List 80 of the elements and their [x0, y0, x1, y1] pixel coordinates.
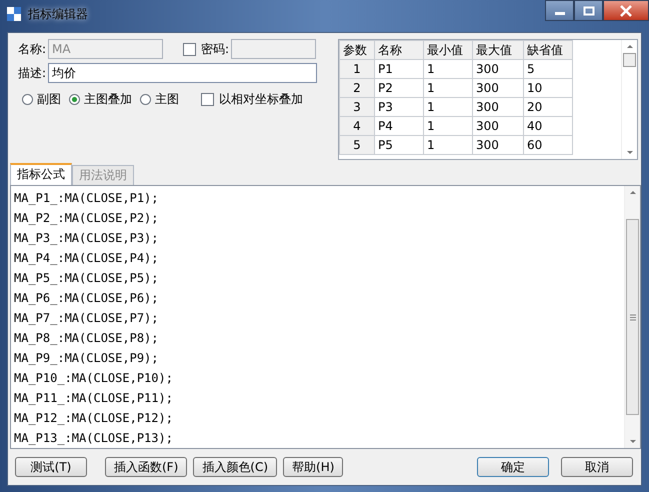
close-button[interactable] — [603, 0, 649, 21]
scroll-down-icon[interactable] — [626, 150, 634, 156]
radio-label: 主图 — [155, 91, 179, 108]
column-header: 名称 — [374, 40, 424, 60]
code-line: MA_P6_:MA(CLOSE,P6); — [14, 290, 160, 307]
app-icon — [6, 6, 22, 22]
description-label: 描述: — [18, 64, 46, 82]
tab[interactable]: 指标公式 — [10, 163, 72, 185]
table-cell[interactable]: 300 — [472, 78, 524, 98]
code-line: MA_P7_:MA(CLOSE,P7); — [14, 310, 160, 327]
code-line: MA_P1_:MA(CLOSE,P1); — [14, 190, 160, 207]
code-line: MA_P10_:MA(CLOSE,P10); — [14, 370, 174, 387]
code-line: MA_P3_:MA(CLOSE,P3); — [14, 230, 160, 247]
table-cell[interactable]: 300 — [472, 98, 524, 116]
table-cell[interactable]: 3 — [340, 98, 374, 116]
window-title: 指标编辑器 — [28, 6, 88, 22]
table-cell[interactable]: 40 — [524, 116, 572, 136]
table-cell[interactable]: 10 — [524, 78, 572, 98]
table-cell[interactable]: 300 — [472, 136, 524, 154]
radio-button[interactable] — [140, 94, 151, 105]
relative-checkbox[interactable] — [201, 93, 214, 106]
column-header: 参数 — [340, 40, 374, 60]
password-checkbox[interactable] — [183, 42, 196, 56]
table-cell[interactable]: P5 — [374, 136, 424, 154]
scroll-thumb[interactable] — [626, 219, 639, 415]
action-button[interactable]: 插入函数(F) — [105, 457, 188, 477]
table-cell[interactable]: 1 — [424, 98, 472, 116]
table-cell[interactable]: 4 — [340, 116, 374, 136]
dialog-button[interactable]: 取消 — [561, 457, 633, 477]
dialog-button[interactable]: 确定 — [477, 457, 549, 477]
column-header: 缺省值 — [524, 40, 572, 60]
action-button[interactable]: 插入颜色(C) — [193, 457, 278, 477]
table-cell[interactable]: 1 — [340, 60, 374, 78]
code-line: MA_P11_:MA(CLOSE,P11); — [14, 390, 174, 407]
password-field[interactable] — [231, 39, 316, 59]
table-cell[interactable]: P3 — [374, 98, 424, 116]
column-header: 最小值 — [424, 40, 472, 60]
code-line: MA_P2_:MA(CLOSE,P2); — [14, 210, 160, 227]
table-cell[interactable]: P2 — [374, 78, 424, 98]
code-line: MA_P9_:MA(CLOSE,P9); — [14, 350, 160, 367]
name-label: 名称: — [18, 40, 46, 58]
code-line: MA_P12_:MA(CLOSE,P12); — [14, 410, 174, 427]
scroll-up-icon[interactable] — [626, 43, 634, 49]
maximize-button[interactable] — [574, 0, 603, 21]
radio-label: 主图叠加 — [84, 91, 132, 108]
maximize-icon[interactable] — [582, 6, 594, 16]
action-button[interactable]: 测试(T) — [15, 457, 87, 477]
description-field[interactable]: 均价 — [48, 63, 318, 83]
table-cell[interactable]: 5 — [524, 60, 572, 78]
minimize-button[interactable] — [545, 0, 574, 21]
action-button[interactable]: 帮助(H) — [283, 457, 344, 477]
column-header: 最大值 — [472, 40, 524, 60]
code-line: MA_P4_:MA(CLOSE,P4); — [14, 250, 160, 267]
table-cell[interactable]: P4 — [374, 116, 424, 136]
table-cell[interactable]: 1 — [424, 116, 472, 136]
password-label: 密码: — [201, 40, 230, 58]
table-cell[interactable]: 20 — [524, 98, 572, 116]
table-cell[interactable]: 1 — [424, 60, 472, 78]
scrollbar[interactable] — [624, 186, 640, 448]
code-line: MA_P8_:MA(CLOSE,P8); — [14, 330, 160, 347]
scroll-thumb[interactable] — [623, 53, 636, 67]
table-cell[interactable]: 300 — [472, 60, 524, 78]
table-cell[interactable]: 300 — [472, 116, 524, 136]
table-cell[interactable]: P1 — [374, 60, 424, 78]
scrollbar[interactable] — [621, 40, 637, 159]
table-cell[interactable]: 2 — [340, 78, 374, 98]
scroll-up-icon[interactable] — [628, 189, 636, 195]
table-cell[interactable]: 5 — [340, 136, 374, 154]
code-line: MA_P5_:MA(CLOSE,P5); — [14, 270, 160, 287]
table-cell[interactable]: 60 — [524, 136, 572, 154]
table-cell[interactable]: 1 — [424, 78, 472, 98]
radio-button[interactable] — [22, 94, 33, 105]
checkbox-label: 以相对坐标叠加 — [219, 91, 303, 108]
code-line: MA_P13_:MA(CLOSE,P13); — [14, 430, 174, 447]
close-icon[interactable] — [619, 4, 633, 16]
table-cell[interactable]: 1 — [424, 136, 472, 154]
radio-label: 副图 — [37, 91, 61, 108]
code-editor[interactable] — [10, 185, 641, 449]
scroll-down-icon[interactable] — [628, 439, 636, 445]
radio-button[interactable] — [69, 94, 80, 105]
